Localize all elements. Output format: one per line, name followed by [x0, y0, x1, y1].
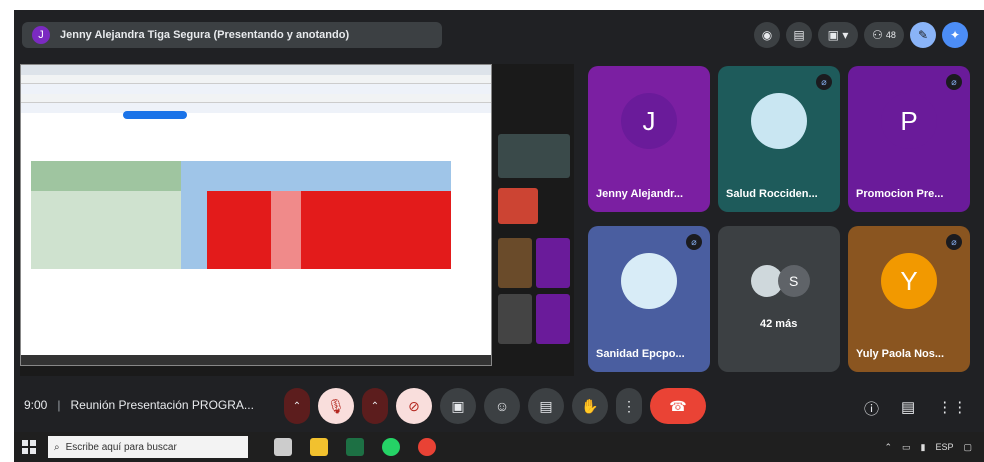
- more-count: 42 más: [760, 318, 798, 330]
- avatar: J: [621, 93, 677, 150]
- windows-taskbar: ⌕ Escribe aquí para buscar ⌃ ▭ ▮ ESP ▢: [14, 432, 984, 462]
- present-icon: ▣: [451, 397, 465, 414]
- system-tray: ⌃ ▭ ▮ ESP ▢: [884, 442, 972, 453]
- presenter-banner[interactable]: J Jenny Alejandra Tiga Segura (Presentan…: [22, 22, 442, 48]
- top-controls: ◉ ▤ ▣ ▾ ⚇ 48 ✎ ✦: [754, 22, 968, 48]
- mic-off-icon: ⌀: [946, 234, 962, 250]
- more-vert-icon: ⋮: [622, 397, 636, 414]
- shared-screen: [20, 64, 574, 376]
- participant-tile[interactable]: ⌀ Y Yuly Paola Nos...: [848, 226, 970, 372]
- taskbar-apps: [274, 438, 436, 456]
- tray-chevron-icon[interactable]: ⌃: [884, 442, 892, 453]
- camera-options-chevron-icon[interactable]: ⌃: [362, 388, 388, 424]
- presenter-label: Jenny Alejandra Tiga Segura (Presentando…: [60, 29, 350, 41]
- people-icon: ⚇: [872, 28, 883, 42]
- search-placeholder: Escribe aquí para buscar: [65, 441, 177, 453]
- camera-off-icon: ⊘: [408, 397, 420, 414]
- participant-name: Sanidad Epcpo...: [596, 348, 685, 360]
- mic-off-icon: ⌀: [946, 74, 962, 90]
- presenter-avatar: J: [32, 26, 50, 44]
- avatar-image: [621, 253, 677, 310]
- participant-tile[interactable]: J Jenny Alejandr...: [588, 66, 710, 212]
- emoji-icon: ☺: [494, 398, 510, 414]
- avatar-image: [751, 93, 807, 150]
- shared-spreadsheet: [31, 161, 451, 273]
- notes-icon[interactable]: ▤: [786, 22, 812, 48]
- volume-icon[interactable]: ▮: [921, 442, 926, 453]
- participant-tile[interactable]: ⌀ P Promocion Pre...: [848, 66, 970, 212]
- info-icon[interactable]: ⓘ: [864, 398, 879, 419]
- gemini-icon[interactable]: ✦: [942, 22, 968, 48]
- camera-off-button[interactable]: ⊘: [396, 388, 432, 424]
- chat-icon[interactable]: ▤: [901, 398, 915, 419]
- whatsapp-icon[interactable]: [382, 438, 400, 456]
- chrome-icon[interactable]: [418, 438, 436, 456]
- notification-icon[interactable]: ▢: [963, 442, 972, 453]
- participant-name: Promocion Pre...: [856, 188, 944, 200]
- participant-name: Salud Rocciden...: [726, 188, 818, 200]
- avatar: S: [777, 265, 810, 298]
- mic-off-icon: ⌀: [686, 234, 702, 250]
- excel-icon[interactable]: [346, 438, 364, 456]
- leave-call-button[interactable]: ☎: [650, 388, 706, 424]
- participant-name: Jenny Alejandr...: [596, 188, 684, 200]
- hand-icon: ✋: [581, 397, 599, 414]
- shared-screenshot: [20, 64, 492, 366]
- windows-start-icon[interactable]: [22, 440, 36, 454]
- participant-count: 48: [885, 30, 896, 40]
- side-controls: ⓘ ▤ ⋮⋮: [864, 398, 967, 419]
- taskbar-search[interactable]: ⌕ Escribe aquí para buscar: [48, 436, 248, 458]
- mic-off-icon: ⌀: [816, 74, 832, 90]
- meeting-info: 9:00 | Reunión Presentación PROGRA...: [24, 398, 254, 412]
- avatar: P: [881, 93, 937, 150]
- meeting-title: Reunión Presentación PROGRA...: [70, 398, 254, 412]
- shared-blue-button: [123, 111, 187, 119]
- activities-icon[interactable]: ✎: [910, 22, 936, 48]
- language-indicator[interactable]: ESP: [935, 442, 953, 452]
- meeting-time: 9:00: [24, 398, 48, 412]
- captions-button[interactable]: ▤: [528, 388, 564, 424]
- nested-participant-tiles: [498, 134, 570, 364]
- mic-off-button[interactable]: 🎙: [318, 388, 354, 424]
- people-button[interactable]: ⚇ 48: [864, 22, 904, 48]
- end-call-icon: ☎: [669, 397, 687, 414]
- more-participants-tile[interactable]: S 42 más: [718, 226, 840, 372]
- search-icon: ⌕: [54, 441, 60, 453]
- raise-hand-button[interactable]: ✋: [572, 388, 608, 424]
- mic-options-chevron-icon[interactable]: ⌃: [284, 388, 310, 424]
- present-button[interactable]: ▣: [440, 388, 476, 424]
- participant-tile[interactable]: ⌀ Salud Rocciden...: [718, 66, 840, 212]
- avatar: Y: [881, 253, 937, 310]
- participant-name: Yuly Paola Nos...: [856, 348, 945, 360]
- apps-grid-icon[interactable]: ⋮⋮: [937, 398, 967, 419]
- participant-tile[interactable]: ⌀ Sanidad Epcpo...: [588, 226, 710, 372]
- captions-icon: ▤: [539, 397, 553, 414]
- more-options-button[interactable]: ⋮: [616, 388, 642, 424]
- mic-off-icon: 🎙: [327, 397, 345, 414]
- meet-window: J Jenny Alejandra Tiga Segura (Presentan…: [14, 10, 984, 462]
- emoji-button[interactable]: ☺: [484, 388, 520, 424]
- file-explorer-icon[interactable]: [310, 438, 328, 456]
- calculator-icon[interactable]: [274, 438, 292, 456]
- record-icon[interactable]: ◉: [754, 22, 780, 48]
- network-icon[interactable]: ▭: [902, 442, 911, 453]
- call-controls: ⌃ 🎙 ⌃ ⊘ ▣ ☺ ▤ ✋ ⋮ ☎: [284, 388, 706, 424]
- layout-icon[interactable]: ▣ ▾: [818, 22, 858, 48]
